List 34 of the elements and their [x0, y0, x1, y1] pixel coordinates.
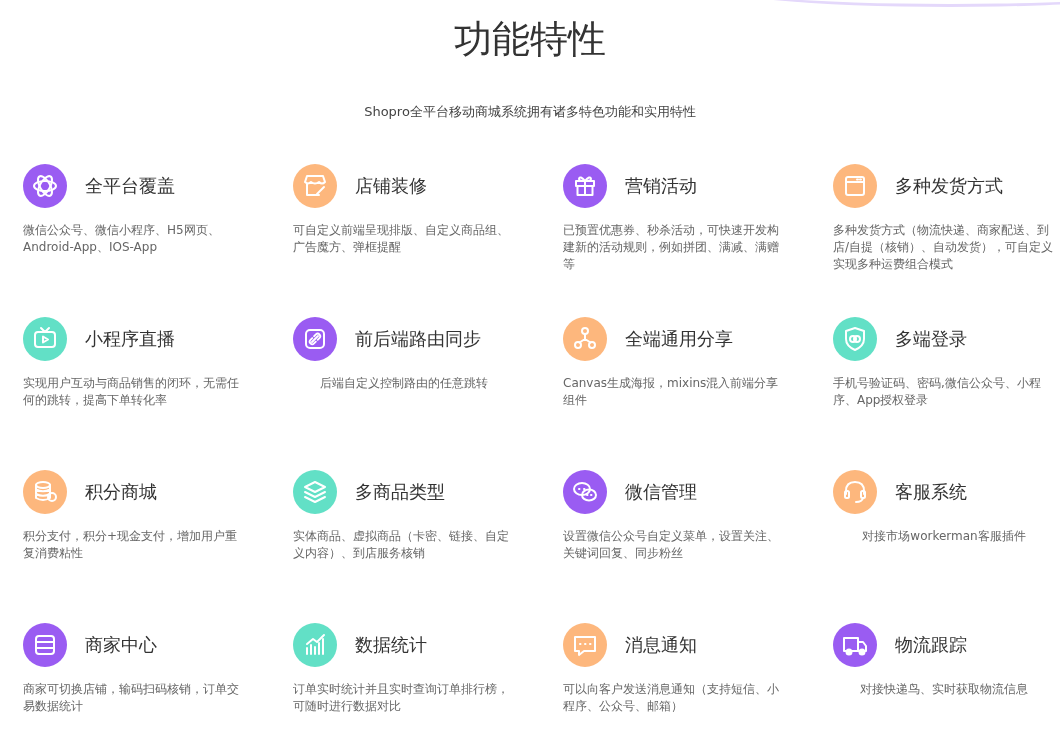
feature-title: 客服系统	[895, 480, 967, 504]
feature-title: 全端通用分享	[625, 327, 733, 351]
feature-description: 实体商品、虚拟商品（卡密、链接、自定义内容）、到店服务核销	[293, 528, 510, 562]
feature-title: 积分商城	[85, 480, 157, 504]
feature-description: 商家可切换店铺，输码扫码核销，订单交易数据统计	[23, 681, 240, 715]
feature-description: 对接市场workerman客服插件	[861, 528, 1027, 545]
feature-description: 已预置优惠券、秒杀活动，可快速开发构建新的活动规则，例如拼团、满减、满赠等	[563, 222, 780, 273]
section-title: 功能特性	[454, 16, 606, 63]
feature-title: 多端登录	[895, 327, 967, 351]
feature-description: 可自定义前端呈现排版、自定义商品组、广告魔方、弹框提醒	[293, 222, 510, 256]
feature-title: 全平台覆盖	[85, 174, 175, 198]
feature-description: Canvas生成海报，mixins混入前端分享组件	[563, 375, 780, 409]
feature-description: 手机号验证码、密码,微信公众号、小程序、App授权登录	[833, 375, 1042, 409]
feature-title: 商家中心	[85, 633, 157, 657]
feature-description: 可以向客户发送消息通知（支持短信、小程序、公众号、邮箱）	[563, 681, 780, 715]
feature-description: 订单实时统计并且实时查询订单排行榜，可随时进行数据对比	[293, 681, 510, 715]
feature-title: 多商品类型	[355, 480, 445, 504]
feature-title: 小程序直播	[85, 327, 175, 351]
feature-description: 实现用户互动与商品销售的闭环，无需任何的跳转，提高下单转化率	[23, 375, 240, 409]
feature-description: 设置微信公众号自定义菜单，设置关注、关键词回复、同步粉丝	[563, 528, 780, 562]
feature-description: 后端自定义控制路由的任意跳转	[319, 375, 489, 392]
feature-title: 多种发货方式	[895, 174, 1003, 198]
feature-description: 积分支付，积分+现金支付，增加用户重复消费粘性	[23, 528, 239, 562]
feature-title: 营销活动	[625, 174, 697, 198]
section-subtitle: Shopro全平台移动商城系统拥有诸多特色功能和实用特性	[363, 103, 697, 121]
feature-title: 前后端路由同步	[355, 327, 481, 351]
feature-title: 物流跟踪	[895, 633, 967, 657]
feature-title: 店铺装修	[355, 174, 427, 198]
feature-description: 多种发货方式（物流快递、商家配送、到店/自提（核销）、自动发货），可自定义实现多种运费组合模式	[833, 222, 1055, 273]
feature-title: 微信管理	[625, 480, 697, 504]
feature-title: 消息通知	[625, 633, 697, 657]
feature-title: 数据统计	[355, 633, 427, 657]
feature-description: 微信公众号、微信小程序、H5网页、Android-App、IOS-App	[23, 222, 221, 256]
feature-description: 对接快递鸟、实时获取物流信息	[859, 681, 1029, 698]
